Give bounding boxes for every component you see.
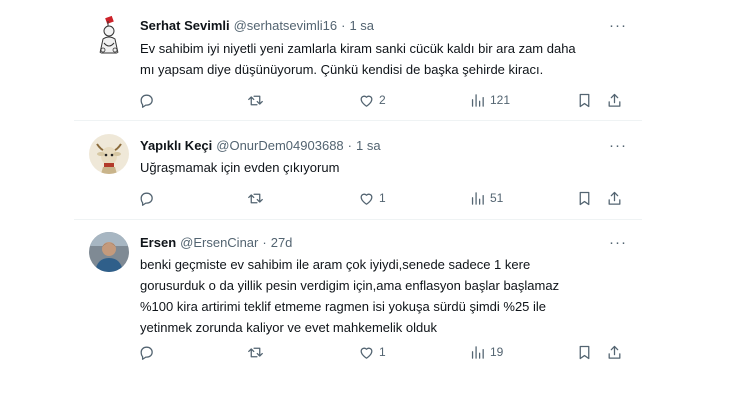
- action-bar: 1 19: [136, 341, 636, 363]
- handle[interactable]: @ErsenCinar: [180, 235, 258, 250]
- views-count: 19: [490, 345, 504, 359]
- bookmark-button[interactable]: [576, 341, 593, 363]
- tweet[interactable]: Yapıklı Keçi @OnurDem04903688 · 1 sa ···…: [74, 121, 642, 220]
- retweet-button[interactable]: [247, 89, 264, 111]
- share-button[interactable]: [606, 341, 623, 363]
- reply-icon: [140, 346, 153, 360]
- display-name[interactable]: Yapıklı Keçi: [140, 138, 212, 153]
- timestamp[interactable]: 1 sa: [356, 138, 381, 153]
- bookmark-button[interactable]: [576, 187, 593, 209]
- reply-icon: [140, 192, 153, 206]
- like-icon: [360, 193, 373, 205]
- share-icon: [608, 345, 621, 359]
- avatar[interactable]: [89, 134, 129, 174]
- reply-icon: [140, 94, 153, 108]
- like-count: 1: [379, 345, 386, 359]
- retweet-icon: [248, 347, 263, 357]
- display-name[interactable]: Serhat Sevimli: [140, 18, 230, 33]
- timeline: Serhat Sevimli @serhatsevimli16 · 1 sa ·…: [74, 0, 642, 420]
- share-button[interactable]: [606, 187, 623, 209]
- display-name[interactable]: Ersen: [140, 235, 176, 250]
- reply-button[interactable]: [138, 89, 155, 111]
- tweet-header: Serhat Sevimli @serhatsevimli16 · 1 sa: [140, 16, 594, 34]
- like-icon: [360, 347, 373, 359]
- views-icon: [471, 93, 484, 107]
- separator-dot: ·: [341, 17, 346, 33]
- like-count: 1: [379, 191, 386, 205]
- like-button[interactable]: 2: [358, 89, 386, 111]
- like-button[interactable]: 1: [358, 187, 386, 209]
- retweet-icon: [248, 193, 263, 203]
- tweet-text: benki geçmiste ev sahibim ile aram çok i…: [140, 257, 560, 335]
- views-count: 51: [490, 191, 504, 205]
- tweet[interactable]: Serhat Sevimli @serhatsevimli16 · 1 sa ·…: [74, 0, 642, 121]
- bookmark-icon: [579, 93, 590, 107]
- tweet-header: Ersen @ErsenCinar · 27d: [140, 233, 594, 251]
- more-icon[interactable]: ···: [608, 136, 628, 154]
- action-bar: 1 51: [136, 187, 636, 209]
- like-icon: [360, 95, 373, 107]
- handle[interactable]: @serhatsevimli16: [234, 18, 338, 33]
- tweet-text: Ev sahibim iyi niyetli yeni zamlarla kir…: [140, 41, 576, 77]
- like-button[interactable]: 1: [358, 341, 386, 363]
- like-count: 2: [379, 93, 386, 107]
- timestamp[interactable]: 27d: [271, 235, 293, 250]
- separator-dot: ·: [262, 234, 267, 250]
- share-icon: [608, 191, 621, 205]
- views-icon: [471, 345, 484, 359]
- views-count: 121: [490, 93, 511, 107]
- action-bar: 2 121: [136, 89, 636, 111]
- tweet-header: Yapıklı Keçi @OnurDem04903688 · 1 sa: [140, 136, 594, 154]
- retweet-button[interactable]: [247, 187, 264, 209]
- views-icon: [471, 191, 484, 205]
- views-button[interactable]: 51: [469, 187, 503, 209]
- reply-button[interactable]: [138, 187, 155, 209]
- tweet-text: Uğraşmamak için evden çıkıyorum: [140, 160, 340, 175]
- views-button[interactable]: 121: [469, 89, 510, 111]
- reply-button[interactable]: [138, 341, 155, 363]
- share-icon: [608, 93, 621, 107]
- separator-dot: ·: [347, 137, 352, 153]
- bookmark-icon: [579, 191, 590, 205]
- views-button[interactable]: 19: [469, 341, 503, 363]
- retweet-icon: [248, 95, 263, 105]
- bookmark-button[interactable]: [576, 89, 593, 111]
- share-button[interactable]: [606, 89, 623, 111]
- more-icon[interactable]: ···: [608, 233, 628, 251]
- bookmark-icon: [579, 345, 590, 359]
- avatar[interactable]: [89, 15, 129, 55]
- more-icon[interactable]: ···: [608, 16, 628, 34]
- avatar[interactable]: [89, 232, 129, 272]
- timestamp[interactable]: 1 sa: [349, 18, 374, 33]
- retweet-button[interactable]: [247, 341, 264, 363]
- tweet[interactable]: Ersen @ErsenCinar · 27d ··· benki geçmis…: [74, 220, 642, 375]
- handle[interactable]: @OnurDem04903688: [216, 138, 343, 153]
